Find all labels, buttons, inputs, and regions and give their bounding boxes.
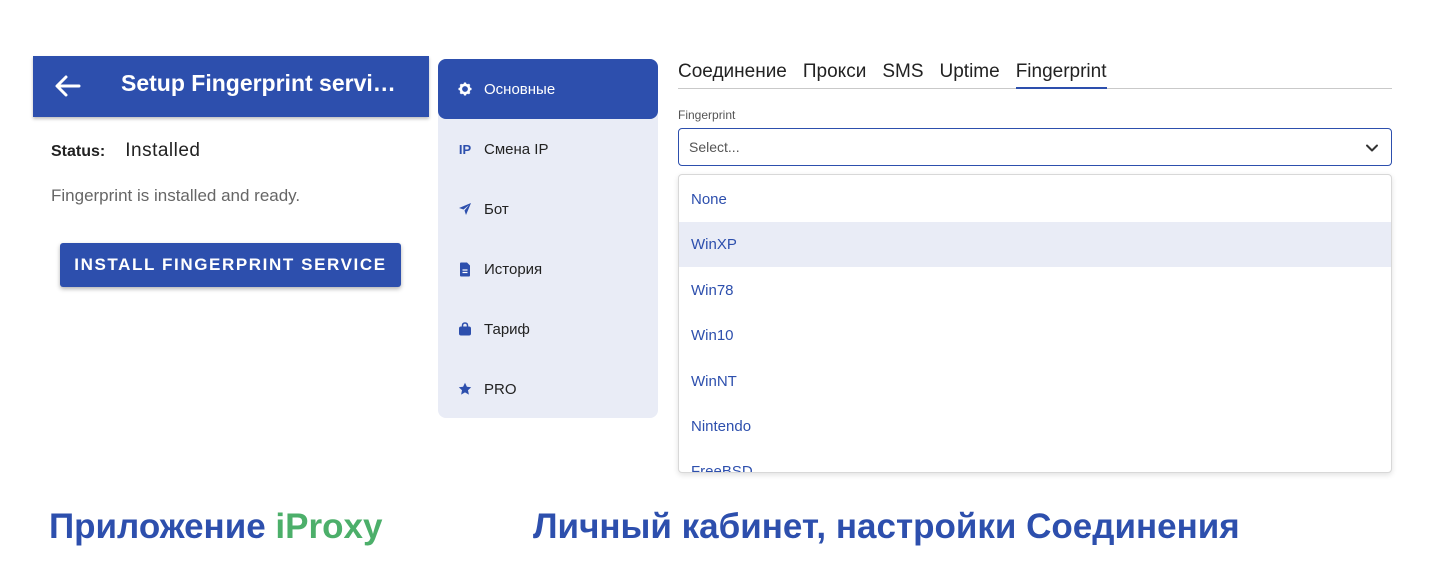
sidebar-item-bot[interactable]: Бот [438, 179, 658, 239]
sidebar-item-tariff[interactable]: Тариф [438, 299, 658, 359]
caption-cabinet: Личный кабинет, настройки Соединения [533, 507, 1240, 546]
app-bar: Setup Fingerprint servi… [33, 56, 429, 117]
sidebar-item-ip[interactable]: IP Смена IP [438, 119, 658, 179]
star-icon [458, 382, 472, 396]
dropdown-option[interactable]: WinNT [679, 359, 1391, 404]
brand-name: iProxy [275, 507, 383, 546]
sidebar-item-label: История [484, 260, 543, 278]
chevron-down-icon[interactable] [1365, 141, 1379, 155]
sidebar-item-osnovnye[interactable]: Основные [438, 59, 658, 119]
fingerprint-select[interactable]: Select... [678, 128, 1392, 166]
status-description: Fingerprint is installed and ready. [51, 186, 301, 205]
dropdown-option[interactable]: Win78 [679, 268, 1391, 313]
back-arrow-icon[interactable] [53, 73, 81, 99]
paper-plane-icon [458, 202, 472, 216]
tab-sms[interactable]: SMS [882, 59, 923, 89]
caption-app: Приложение iProxy [49, 507, 382, 547]
dropdown-option[interactable]: None [679, 177, 1391, 222]
caption-app-prefix: Приложение [49, 507, 276, 546]
select-placeholder: Select... [689, 139, 740, 155]
dropdown-option[interactable]: FreeBSD [679, 449, 1391, 472]
sidebar-item-label: Основные [484, 80, 556, 98]
sidebar-item-label: Бот [484, 200, 509, 218]
ip-icon: IP [458, 141, 472, 157]
fingerprint-field-label: Fingerprint [678, 108, 736, 122]
settings-tabs: Соединение Прокси SMS Uptime Fingerprint [678, 59, 1392, 89]
sidebar-item-label: Смена IP [484, 140, 549, 158]
tab-fingerprint[interactable]: Fingerprint [1015, 59, 1107, 89]
dropdown-option[interactable]: Win10 [679, 313, 1391, 358]
status-label: Status: [51, 143, 106, 160]
status-value: Installed [125, 140, 201, 161]
dropdown-option[interactable]: Nintendo [679, 404, 1391, 449]
document-icon [458, 262, 472, 276]
mobile-app-screen: Setup Fingerprint servi… Status: Install… [33, 56, 429, 306]
tab-uptime[interactable]: Uptime [940, 59, 1000, 89]
fingerprint-dropdown-menu: None WinXP Win78 Win10 WinNT Nintendo Fr… [678, 174, 1392, 473]
sidebar-item-pro[interactable]: PRO [438, 359, 658, 419]
app-title: Setup Fingerprint servi… [121, 70, 396, 96]
sidebar-item-label: PRO [484, 380, 517, 398]
install-fingerprint-button[interactable]: INSTALL FINGERPRINT SERVICE [60, 243, 401, 287]
tab-proxy[interactable]: Прокси [803, 59, 866, 89]
shopping-bag-icon [458, 322, 472, 336]
dropdown-option[interactable]: WinXP [679, 222, 1391, 267]
gear-icon [458, 82, 472, 96]
status-row: Status: Installed [51, 140, 201, 162]
tab-connection[interactable]: Соединение [678, 59, 787, 89]
sidebar-item-label: Тариф [484, 320, 530, 338]
sidebar-item-history[interactable]: История [438, 239, 658, 299]
sidebar: Основные IP Смена IP Бот История Тариф P… [438, 59, 658, 418]
